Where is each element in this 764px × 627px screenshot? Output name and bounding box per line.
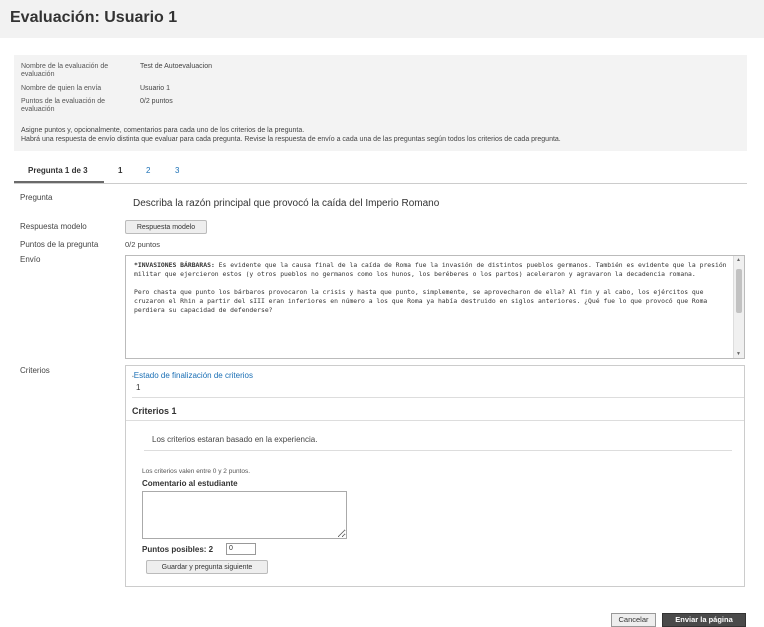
info-label: Nombre de quien la envía	[21, 85, 102, 92]
points-input[interactable]: 0	[226, 543, 256, 555]
submission-heading: *INVASIONES BÁRBARAS:	[134, 261, 215, 269]
divider	[144, 450, 732, 451]
pregunta-label: Pregunta	[20, 193, 53, 202]
info-label: Nombre de la evaluación de evaluación	[21, 63, 109, 78]
info-label: Puntos de la evaluación de evaluación	[21, 98, 106, 113]
instructions: Asigne puntos y, opcionalmente, comentar…	[21, 126, 561, 144]
info-value: Usuario 1	[140, 85, 170, 92]
submit-page-button[interactable]: Enviar la página	[662, 613, 746, 627]
criteria-range: Los criterios valen entre 0 y 2 puntos.	[142, 468, 251, 475]
submission-scrollbar[interactable]: ▲ ▼	[733, 256, 744, 358]
scroll-thumb[interactable]	[736, 269, 742, 313]
cancel-button[interactable]: Cancelar	[611, 613, 656, 627]
comment-label: Comentario al estudiante	[142, 479, 238, 488]
tab-question-counter: Pregunta 1 de 3	[28, 166, 88, 175]
question-text: Describa la razón principal que provocó …	[133, 198, 440, 209]
instructions-line: Asigne puntos y, opcionalmente, comentar…	[21, 127, 305, 134]
active-tab-indicator	[14, 181, 104, 183]
instructions-line: Habrá una respuesta de envío distinta qu…	[21, 136, 561, 143]
scroll-up-icon[interactable]: ▲	[736, 257, 741, 263]
info-value: Test de Autoevaluacion	[140, 63, 212, 70]
points-possible-label: Puntos posibles: 2	[142, 545, 214, 554]
criteria-status-value: 1	[136, 383, 141, 392]
submission-box[interactable]: *INVASIONES BÁRBARAS: Es evidente que la…	[125, 255, 745, 359]
page-header: Evaluación: Usuario 1	[0, 0, 764, 38]
info-value: 0/2 puntos	[140, 98, 173, 105]
tab-question-2[interactable]: 2	[146, 166, 150, 175]
criteria-status: ▪Estado de finalización de criterios 1	[132, 371, 744, 398]
criteria-section-header: Criterios 1	[126, 402, 744, 421]
model-answer-button[interactable]: Respuesta modelo	[125, 220, 207, 234]
criterios-label: Criterios	[20, 366, 50, 375]
page-title: Evaluación: Usuario 1	[10, 9, 178, 26]
scroll-down-icon[interactable]: ▼	[736, 351, 741, 357]
criteria-status-toggle[interactable]: ▪Estado de finalización de criterios	[132, 371, 253, 380]
criteria-section-title: Criterios 1	[132, 406, 177, 416]
submission-paragraph: Pero chasta que punto los bárbaros provo…	[134, 288, 708, 314]
envio-label: Envío	[20, 255, 41, 264]
submission-text: *INVASIONES BÁRBARAS: Es evidente que la…	[134, 261, 729, 324]
comment-textarea[interactable]	[142, 491, 347, 539]
modelo-label: Respuesta modelo	[20, 222, 87, 231]
tab-question-3[interactable]: 3	[175, 166, 179, 175]
puntos-pregunta-label: Puntos de la pregunta	[20, 240, 99, 249]
submission-paragraph: Es evidente que la causa final de la caí…	[134, 261, 727, 278]
save-next-button[interactable]: Guardar y pregunta siguiente	[146, 560, 268, 574]
evaluation-info-panel: Nombre de la evaluación de evaluación Te…	[14, 55, 747, 151]
criteria-panel: ▪Estado de finalización de criterios 1 C…	[125, 365, 745, 587]
question-points-value: 0/2 puntos	[125, 240, 161, 249]
tab-question-1[interactable]: 1	[118, 166, 122, 175]
criteria-description: Los criterios estaran basado en la exper…	[152, 435, 318, 444]
question-tabs: Pregunta 1 de 3 1 2 3	[14, 162, 747, 184]
criteria-status-title: Estado de finalización de criterios	[133, 371, 253, 380]
